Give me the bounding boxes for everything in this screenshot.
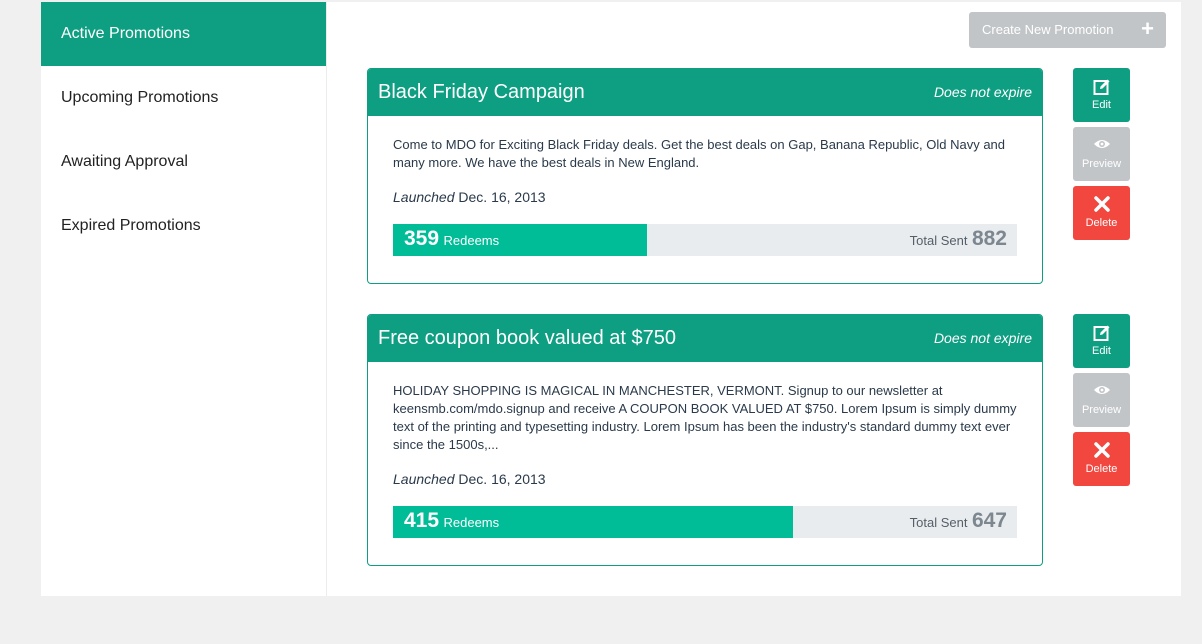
- promotion-title: Black Friday Campaign: [378, 81, 585, 103]
- promotion-actions: Edit Preview Delete: [1073, 314, 1130, 491]
- redeem-progress-bar: 359 Redeems Total Sent 882: [393, 224, 1017, 256]
- launched-date: Dec. 16, 2013: [458, 189, 546, 205]
- promotion-card: Free coupon book valued at $750 Does not…: [367, 314, 1043, 566]
- preview-button[interactable]: Preview: [1073, 373, 1130, 427]
- edit-button[interactable]: Edit: [1073, 68, 1130, 122]
- main-content: Create New Promotion + Black Friday Camp…: [327, 2, 1181, 596]
- total-sent-value: 882: [971, 227, 1007, 250]
- redeem-count: 359 Redeems: [404, 227, 499, 251]
- edit-label: Edit: [1092, 99, 1111, 111]
- redeem-count-label: Redeems: [443, 515, 500, 530]
- total-sent: Total Sent 647: [910, 509, 1007, 533]
- redeem-count-value: 359: [404, 227, 440, 250]
- redeem-count-value: 415: [404, 509, 440, 532]
- launched-date: Dec. 16, 2013: [458, 471, 546, 487]
- create-promotion-button[interactable]: Create New Promotion +: [969, 12, 1166, 48]
- promotion-launched: Launched Dec. 16, 2013: [393, 471, 546, 487]
- promotion-header: Free coupon book valued at $750 Does not…: [368, 315, 1042, 362]
- edit-label: Edit: [1092, 345, 1111, 357]
- sidebar-item-upcoming-promotions[interactable]: Upcoming Promotions: [41, 66, 326, 130]
- promotion-expiry: Does not expire: [933, 84, 1032, 100]
- edit-icon: [1073, 68, 1130, 98]
- sidebar-item-expired-promotions[interactable]: Expired Promotions: [41, 194, 326, 258]
- redeem-count: 415 Redeems: [404, 509, 499, 533]
- plus-icon: +: [1141, 16, 1154, 41]
- sidebar: Active Promotions Upcoming Promotions Aw…: [41, 2, 327, 596]
- total-sent-label: Total Sent: [909, 233, 968, 248]
- eye-icon: [1073, 127, 1130, 157]
- preview-label: Preview: [1081, 404, 1122, 416]
- promotion-actions: Edit Preview Delete: [1073, 68, 1130, 245]
- total-sent: Total Sent 882: [910, 227, 1007, 251]
- redeem-count-label: Redeems: [443, 233, 500, 248]
- promotion-description: Come to MDO for Exciting Black Friday de…: [393, 137, 1006, 170]
- total-sent-value: 647: [971, 509, 1007, 532]
- close-icon: [1073, 432, 1130, 462]
- delete-button[interactable]: Delete: [1073, 186, 1130, 240]
- promotion-card: Black Friday Campaign Does not expire Co…: [367, 68, 1043, 284]
- promotion-title: Free coupon book valued at $750: [378, 327, 676, 349]
- promotion-description: HOLIDAY SHOPPING IS MAGICAL IN MANCHESTE…: [393, 383, 1017, 452]
- launched-label: Launched: [393, 189, 455, 205]
- redeem-progress-bar: 415 Redeems Total Sent 647: [393, 506, 1017, 538]
- promotion-header: Black Friday Campaign Does not expire: [368, 69, 1042, 116]
- delete-label: Delete: [1085, 463, 1118, 475]
- create-promotion-label: Create New Promotion: [982, 22, 1114, 37]
- edit-button[interactable]: Edit: [1073, 314, 1130, 368]
- delete-label: Delete: [1085, 217, 1118, 229]
- launched-label: Launched: [393, 471, 455, 487]
- eye-icon: [1073, 373, 1130, 403]
- preview-button[interactable]: Preview: [1073, 127, 1130, 181]
- close-icon: [1073, 186, 1130, 216]
- promotion-expiry: Does not expire: [933, 330, 1032, 346]
- app-window: Active Promotions Upcoming Promotions Aw…: [41, 2, 1181, 596]
- delete-button[interactable]: Delete: [1073, 432, 1130, 486]
- sidebar-item-active-promotions[interactable]: Active Promotions: [41, 2, 326, 66]
- sidebar-item-awaiting-approval[interactable]: Awaiting Approval: [41, 130, 326, 194]
- edit-icon: [1073, 314, 1130, 344]
- preview-label: Preview: [1081, 158, 1122, 170]
- total-sent-label: Total Sent: [909, 515, 968, 530]
- promotion-launched: Launched Dec. 16, 2013: [393, 189, 546, 205]
